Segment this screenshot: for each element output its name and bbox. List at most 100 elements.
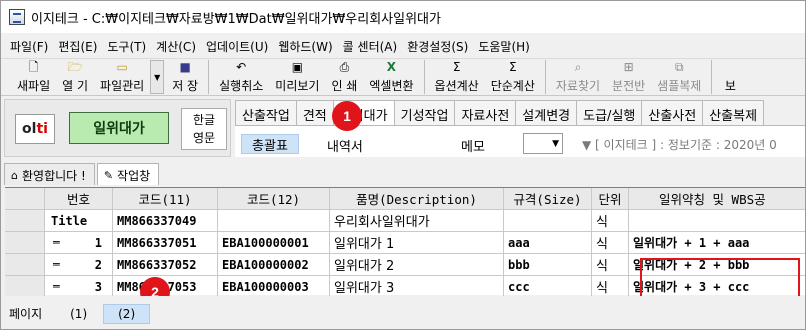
cell-unit[interactable]: 식 [592,210,629,232]
sample-copy-button[interactable]: ⧉ 샘플복제 [651,59,707,95]
summary-button[interactable]: 총괄표 [241,134,299,154]
cell-name[interactable]: 일위대가 3 [330,276,504,298]
unit-cost-button[interactable]: 일위대가 [69,112,169,144]
simple-calc-button[interactable]: Σ 단순계산 [485,59,541,95]
row-handle[interactable] [5,276,45,298]
cell-name[interactable]: 일위대가 1 [330,232,504,254]
more-button[interactable]: 보 [716,59,744,95]
page-button-1[interactable]: (1) [60,305,97,323]
tab-calc-work[interactable]: 산출작업 [235,100,297,125]
save-button[interactable]: ■ 저 장 [166,59,204,95]
toolbar-separator [544,60,546,94]
callout-badge-1: 1 [332,101,362,131]
file-management-button[interactable]: ▭ 파일관리 [94,59,150,95]
row-handle[interactable] [5,254,45,276]
option-calc-button[interactable]: Σ 옵션계산 [429,59,485,95]
cell-spec[interactable]: bbb [504,254,592,276]
sub-toolbar: 총괄표 내역서 메모 ▼ ▼ [ 이지테크 ] : 정보기준 : 2020년 0 [235,125,805,157]
cell-code12[interactable]: EBA100000001 [218,232,330,254]
document-tabs: ⌂ 환영합니다 ! ✎ 작업창 [4,162,805,185]
menu-callcenter[interactable]: 콜 센터(A) [338,38,403,55]
print-button[interactable]: ⎙ 인 쇄 [325,59,363,95]
menu-tools[interactable]: 도구(T) [102,38,151,55]
header-spec[interactable]: 규격(Size) [504,188,592,210]
cell-no[interactable]: ═ 2 [45,254,113,276]
row-handle[interactable] [5,232,45,254]
new-file-button[interactable]: 🗋 새파일 [11,59,56,95]
row-header-corner[interactable] [5,188,45,210]
tab-design-change[interactable]: 설계변경 [515,100,578,125]
table-row[interactable]: ═ 1 MM866337051 EBA100000001 일위대가 1 aaa … [5,232,805,254]
cell-no[interactable]: ═ 1 [45,232,113,254]
cell-name[interactable]: 일위대가 2 [330,254,504,276]
menu-help[interactable]: 도움말(H) [473,38,535,55]
cell-code11[interactable]: MM866337049 [113,210,218,232]
cell-no[interactable]: Title [45,210,113,232]
undo-button[interactable]: ↶ 실행취소 [213,59,269,95]
menu-edit[interactable]: 편집(E) [53,38,102,55]
cell-unit[interactable]: 식 [592,232,629,254]
left-panel: ol ti 일위대가 한글 영문 [4,99,231,157]
cell-wbs[interactable] [629,210,805,232]
tab-estimate[interactable]: 견적 [295,100,334,125]
excel-export-button[interactable]: X 엑셀변환 [363,59,419,95]
info-text[interactable]: ▼ [ 이지테크 ] : 정보기준 : 2020년 0 [582,136,777,153]
cell-spec[interactable]: ccc [504,276,592,298]
split-panel-button[interactable]: ⊞ 분전반 [606,59,651,95]
menu-settings[interactable]: 환경설정(S) [402,38,473,55]
doctab-workspace[interactable]: ✎ 작업창 [96,163,160,185]
toolbar-dropdown[interactable]: ▼ [150,60,165,94]
language-toggle[interactable]: 한글 영문 [181,108,227,150]
cell-code12[interactable]: EBA100000002 [218,254,330,276]
menu-update[interactable]: 업데이트(U) [201,38,273,55]
cell-spec[interactable] [504,210,592,232]
cell-wbs[interactable]: 일위대가 + 2 + bbb [629,254,805,276]
cell-spec[interactable]: aaa [504,232,592,254]
menu-webhard[interactable]: 웹하드(W) [273,38,337,55]
header-no[interactable]: 번호 [45,188,113,210]
cell-unit[interactable]: 식 [592,276,629,298]
cell-name[interactable]: 우리회사일위대가 [330,210,504,232]
cell-code11[interactable]: MM866337052 [113,254,218,276]
table-row[interactable]: Title MM866337049 우리회사일위대가 식 [5,210,805,232]
lang-korean[interactable]: 한글 [193,111,215,129]
cell-code11[interactable]: MM866337051 [113,232,218,254]
drag-handle-icon[interactable]: ═ [53,258,60,271]
menu-bar: 파일(F) 편집(E) 도구(T) 계산(C) 업데이트(U) 웹하드(W) 콜… [1,35,805,57]
open-button[interactable]: 🗁 열 기 [56,59,94,95]
menu-file[interactable]: 파일(F) [5,38,53,55]
drag-handle-icon[interactable]: ═ [53,236,60,249]
tab-progress-work[interactable]: 기성작업 [393,100,456,125]
header-wbs[interactable]: 일위약칭 및 WBS공 [629,188,805,210]
cell-wbs[interactable]: 일위대가 + 3 + ccc [629,276,805,298]
cell-no[interactable]: ═ 3 [45,276,113,298]
header-code11[interactable]: 코드(11) [113,188,218,210]
menu-calc[interactable]: 계산(C) [151,38,201,55]
row-handle[interactable] [5,210,45,232]
detail-tab[interactable]: 내역서 [327,136,363,155]
table-row[interactable]: ═ 2 MM866337052 EBA100000002 일위대가 2 bbb … [5,254,805,276]
header-code12[interactable]: 코드(12) [218,188,330,210]
cell-code12[interactable]: EBA100000003 [218,276,330,298]
tab-data-dictionary[interactable]: 자료사전 [454,100,517,125]
page-button-2[interactable]: (2) [103,303,151,324]
cell-wbs[interactable]: 일위대가 + 1 + aaa [629,232,805,254]
table-row[interactable]: ═ 3 MM866337053 EBA100000003 일위대가 3 ccc … [5,276,805,298]
header-name[interactable]: 품명(Description) [330,188,504,210]
page-bar: 페이지 (1) (2) [1,296,805,329]
find-data-button[interactable]: ⌕ 자료찾기 [550,59,606,95]
cell-code12[interactable] [218,210,330,232]
memo-select[interactable]: ▼ [523,133,563,154]
tab-calc-dictionary[interactable]: 산출사전 [641,100,704,125]
preview-button[interactable]: ▣ 미리보기 [269,59,325,95]
doctab-welcome[interactable]: ⌂ 환영합니다 ! [4,163,95,185]
tab-contract-execution[interactable]: 도급/실행 [576,100,643,125]
drag-handle-icon[interactable]: ═ [53,280,60,293]
header-unit[interactable]: 단위 [592,188,629,210]
memo-label: 메모 [461,140,485,155]
tab-calc-copy[interactable]: 산출복제 [702,100,765,125]
data-grid: 번호 코드(11) 코드(12) 품명(Description) 규격(Size… [5,187,805,298]
cell-unit[interactable]: 식 [592,254,629,276]
sigma-icon: Σ [508,60,517,74]
lang-english[interactable]: 영문 [193,129,215,147]
